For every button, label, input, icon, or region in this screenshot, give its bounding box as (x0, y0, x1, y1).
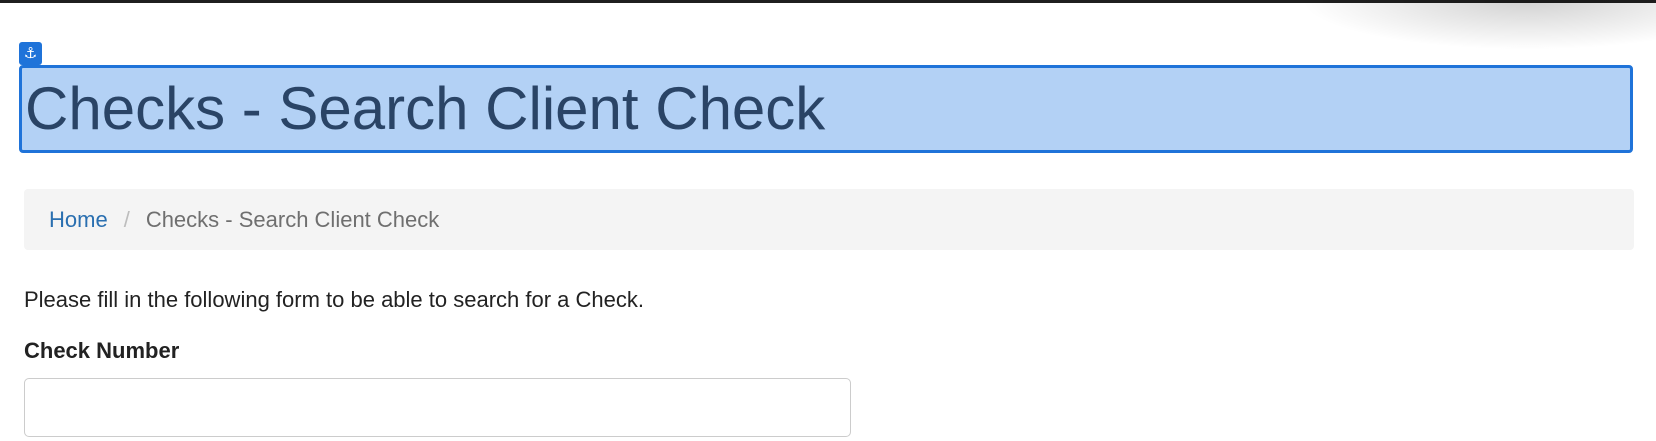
check-number-label: Check Number (24, 338, 180, 363)
breadcrumb: Home / Checks - Search Client Check (24, 189, 1634, 250)
window-top-bar (0, 0, 1656, 3)
overlay-shadow (1300, 0, 1656, 50)
form-instructions: Please fill in the following form to be … (24, 287, 644, 312)
page-title: Checks - Search Client Check (25, 75, 826, 142)
check-number-input[interactable] (24, 378, 851, 437)
title-highlight: Checks - Search Client Check (19, 65, 1633, 153)
anchor-icon[interactable]: ⚓ (19, 42, 42, 65)
breadcrumb-separator: / (123, 206, 130, 232)
breadcrumb-home-link[interactable]: Home (49, 207, 108, 233)
breadcrumb-current: Checks - Search Client Check (145, 206, 440, 232)
